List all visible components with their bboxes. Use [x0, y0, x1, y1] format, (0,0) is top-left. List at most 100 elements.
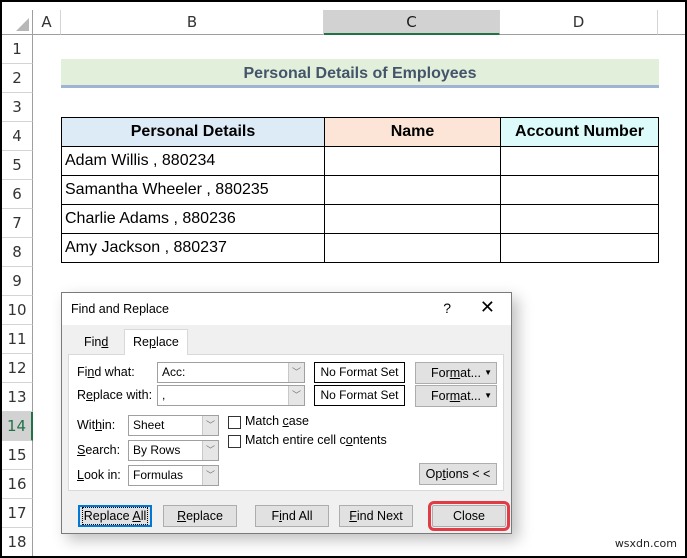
look-in-select[interactable]: Formulas ﹀ — [128, 465, 219, 486]
row-header-6[interactable]: 6 — [2, 180, 33, 209]
btn-u: F — [349, 509, 357, 523]
btn-post: ions < < — [445, 467, 491, 481]
column-header-c[interactable]: C — [324, 10, 500, 35]
cell-personal-details[interactable]: Samantha Wheeler , 880235 — [61, 175, 325, 205]
chevron-down-icon[interactable]: ﹀ — [202, 466, 218, 485]
row-header-1[interactable]: 1 — [2, 35, 33, 64]
row-header-5[interactable]: 5 — [2, 151, 33, 180]
find-what-input[interactable]: Acc: ﹀ — [157, 362, 305, 383]
replace-format-button[interactable]: Format... ▼ — [415, 385, 497, 407]
close-button[interactable]: Close — [428, 501, 510, 531]
cell-name[interactable] — [324, 204, 501, 234]
find-all-button[interactable]: Find All — [255, 505, 329, 527]
header-personal-details[interactable]: Personal Details — [61, 117, 325, 147]
lbl-post: d what: — [94, 365, 135, 379]
cell-account-number[interactable] — [500, 175, 659, 205]
btn-u: R — [177, 509, 187, 523]
table-row: Charlie Adams , 880236 — [61, 204, 659, 234]
options-button[interactable]: Options < < — [419, 463, 497, 485]
table-header-row: Personal Details Name Account Number — [61, 117, 659, 147]
help-button[interactable]: ? — [443, 300, 451, 316]
chevron-down-icon[interactable]: ﹀ — [202, 441, 218, 460]
row-header-7[interactable]: 7 — [2, 209, 33, 238]
close-x-icon[interactable]: ✕ — [480, 297, 495, 318]
row-header-15[interactable]: 15 — [2, 441, 33, 470]
row-header-18[interactable]: 18 — [2, 528, 33, 556]
chevron-down-icon[interactable]: ﹀ — [288, 386, 304, 405]
sheet-title[interactable]: Personal Details of Employees — [61, 59, 659, 88]
cell-personal-details[interactable]: Amy Jackson , 880237 — [61, 233, 325, 263]
row-header-14[interactable]: 14 — [2, 412, 33, 441]
row-header-2[interactable]: 2 — [2, 64, 33, 93]
btn-post: eplace — [186, 509, 223, 523]
find-format-button[interactable]: Format... ▼ — [415, 362, 497, 384]
row-header-11[interactable]: 11 — [2, 325, 33, 354]
row-header-12[interactable]: 12 — [2, 354, 33, 383]
column-header-a[interactable]: A — [33, 10, 61, 35]
replace-with-input[interactable]: , ﹀ — [157, 385, 305, 406]
dropdown-arrow-icon: ▼ — [484, 391, 492, 400]
column-header-e[interactable] — [658, 10, 685, 35]
search-select[interactable]: By Rows ﹀ — [128, 440, 219, 461]
tab-replace[interactable]: Replace — [124, 329, 188, 355]
lbl-post: in: — [102, 418, 116, 432]
lbl-pre: Wit — [77, 418, 96, 432]
dialog-title: Find and Replace — [71, 302, 169, 316]
row-header-10[interactable]: 10 — [2, 296, 33, 325]
match-entire-label[interactable]: Match entire cell contents — [245, 433, 387, 447]
dialog-titlebar[interactable]: Find and Replace ? ✕ — [62, 293, 511, 325]
table-row: Samantha Wheeler , 880235 — [61, 175, 659, 205]
cell-personal-details[interactable]: Charlie Adams , 880236 — [61, 204, 325, 234]
tab-replace-label-pre: Re — [133, 335, 149, 349]
replace-button[interactable]: Replace — [163, 505, 237, 527]
replace-all-button[interactable]: Replace All — [78, 505, 152, 527]
tab-find[interactable]: Find — [76, 331, 116, 353]
row-header-8[interactable]: 8 — [2, 238, 33, 267]
select-all-triangle-icon — [16, 18, 29, 31]
cell-account-number[interactable] — [500, 233, 659, 263]
row-header-16[interactable]: 16 — [2, 470, 33, 499]
header-name[interactable]: Name — [324, 117, 501, 147]
lbl-u: L — [77, 468, 84, 482]
cell-name[interactable] — [324, 146, 501, 176]
cell-account-number[interactable] — [500, 146, 659, 176]
cell-name[interactable] — [324, 175, 501, 205]
btn-pre: Op — [425, 467, 443, 481]
header-account-number[interactable]: Account Number — [500, 117, 659, 147]
look-in-label: Look in: — [77, 468, 121, 482]
btn-post: nd All — [281, 509, 313, 523]
tab-replace-label-u: p — [148, 335, 156, 349]
btn-u: m — [449, 389, 461, 403]
row-header-4[interactable]: 4 — [2, 122, 33, 151]
lbl-post: place with: — [92, 388, 153, 402]
match-entire-checkbox[interactable] — [228, 435, 241, 448]
within-select[interactable]: Sheet ﹀ — [128, 415, 219, 436]
match-case-label[interactable]: Match case — [245, 414, 309, 428]
lbl-u: o — [345, 433, 353, 447]
find-what-label: Find what: — [77, 365, 135, 379]
find-format-status: No Format Set — [314, 362, 405, 383]
chevron-down-icon[interactable]: ﹀ — [288, 363, 304, 382]
dropdown-arrow-icon: ▼ — [484, 368, 492, 377]
lbl-post: ntents — [352, 433, 387, 447]
btn-pre: F — [271, 509, 280, 523]
column-header-d[interactable]: D — [500, 10, 658, 35]
replace-with-label: Replace with: — [77, 388, 152, 402]
cell-account-number[interactable] — [500, 204, 659, 234]
row-header-3[interactable]: 3 — [2, 93, 33, 122]
row-header-13[interactable]: 13 — [2, 383, 33, 412]
match-case-checkbox[interactable] — [228, 416, 241, 429]
tab-find-label-pre: Fin — [84, 335, 102, 349]
cell-name[interactable] — [324, 233, 501, 263]
tab-find-label-u: d — [101, 335, 109, 349]
table-row: Adam Willis , 880234 — [61, 146, 659, 176]
select-all-button[interactable] — [2, 10, 33, 35]
replace-format-status: No Format Set — [314, 385, 405, 406]
find-next-button[interactable]: Find Next — [339, 505, 413, 527]
cell-personal-details[interactable]: Adam Willis , 880234 — [61, 146, 325, 176]
column-header-b[interactable]: B — [61, 10, 324, 35]
row-header-9[interactable]: 9 — [2, 267, 33, 296]
row-header-17[interactable]: 17 — [2, 499, 33, 528]
find-what-value: Acc: — [162, 365, 186, 379]
chevron-down-icon[interactable]: ﹀ — [202, 416, 218, 435]
